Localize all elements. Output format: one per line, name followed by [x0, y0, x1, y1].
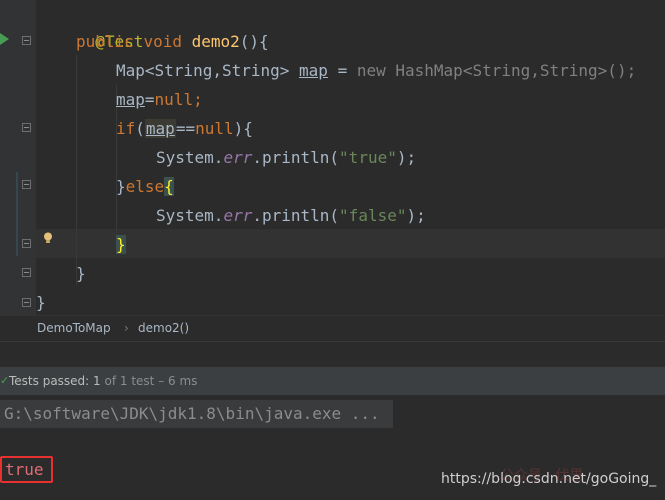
semicolon-token: ; — [193, 90, 203, 109]
breadcrumb-class[interactable]: DemoToMap — [37, 321, 111, 335]
variable-token: map — [145, 119, 175, 138]
console-command-line[interactable]: G:\software\JDK\jdk1.8\bin\java.exe ... — [0, 400, 393, 428]
brace-token: } — [36, 293, 46, 312]
fold-marker-icon[interactable] — [22, 298, 31, 307]
check-icon: ✓ — [0, 374, 10, 387]
code-line-method-signature[interactable]: public void demo2(){ — [76, 27, 269, 56]
tests-passed-count: 1 — [93, 374, 101, 388]
brace-token: } — [116, 177, 126, 196]
keyword-token: if — [116, 119, 136, 138]
code-line-print-true[interactable]: System.err.println("true"); — [156, 143, 416, 172]
signature-rest: (){ — [239, 32, 269, 51]
fold-marker-icon[interactable] — [22, 36, 31, 45]
code-line-if[interactable]: if(map==null){ — [116, 114, 253, 143]
operator-token: == — [175, 119, 196, 138]
field-token: err — [223, 148, 253, 167]
operator-token: = — [144, 90, 155, 109]
paren-token: ( — [135, 119, 145, 138]
end-token: ); — [396, 148, 417, 167]
keyword-token: public — [76, 32, 134, 51]
tests-detail: of 1 test – 6 ms — [104, 374, 198, 388]
current-line-highlight — [36, 229, 665, 258]
breadcrumb-separator: › — [124, 321, 129, 335]
field-token: err — [223, 206, 253, 225]
constructor-token: HashMap<String,String>(); — [385, 61, 637, 80]
run-test-icon[interactable] — [0, 33, 9, 45]
matched-brace-token: { — [164, 177, 174, 196]
fold-marker-icon[interactable] — [22, 268, 31, 277]
code-line-null-assign[interactable]: map=null; — [116, 85, 203, 114]
fold-marker-icon[interactable] — [22, 239, 31, 248]
call-token: .println( — [252, 148, 340, 167]
keyword-token: void — [143, 32, 182, 51]
brace-token: } — [76, 264, 86, 283]
method-name-token: demo2 — [191, 32, 240, 51]
string-token: "true" — [339, 148, 397, 167]
code-line-close-method[interactable]: } — [76, 259, 86, 288]
fold-marker-icon[interactable] — [22, 123, 31, 132]
end-token: ); — [406, 206, 426, 225]
call-token: .println( — [252, 206, 340, 225]
console-output-highlight: true — [0, 456, 53, 483]
change-marker — [16, 172, 18, 256]
code-line-print-false[interactable]: System.err.println("false"); — [156, 201, 426, 230]
object-token: System. — [156, 148, 224, 167]
breadcrumb-method[interactable]: demo2() — [138, 321, 189, 335]
code-line-else[interactable]: }else{ — [116, 172, 174, 201]
paren-token: ){ — [233, 119, 253, 138]
keyword-token: null — [154, 90, 194, 109]
command-text: G:\software\JDK\jdk1.8\bin\java.exe ... — [4, 404, 380, 423]
operator-token: = — [327, 61, 357, 80]
code-line-annotation[interactable]: @Test — [76, 0, 143, 51]
object-token: System. — [156, 206, 224, 225]
watermark-text: https://blog.csdn.net/goGoing_ — [441, 471, 657, 487]
string-token: "false" — [339, 206, 407, 225]
code-line-close-else[interactable]: } — [116, 230, 126, 259]
breadcrumb: DemoToMap › demo2() — [0, 315, 665, 342]
keyword-token: else — [125, 177, 165, 196]
code-line-close-class[interactable]: } — [36, 288, 46, 317]
test-status-text: Tests passed: 1 of 1 test – 6 ms — [9, 367, 197, 395]
variable-token: map — [299, 61, 328, 80]
console-output-text: true — [5, 460, 44, 479]
fold-marker-icon[interactable] — [22, 180, 31, 189]
type-token: Map<String,String> — [116, 61, 290, 80]
matched-brace-token: } — [116, 235, 126, 254]
tests-passed-label: Tests passed: — [9, 374, 90, 388]
variable-token: map — [116, 90, 145, 109]
test-status-bar: ✓ Tests passed: 1 of 1 test – 6 ms — [0, 367, 665, 395]
code-line-map-declaration[interactable]: Map<String,String> map = new HashMap<Str… — [116, 56, 636, 85]
panel-divider — [0, 341, 665, 368]
run-console[interactable]: G:\software\JDK\jdk1.8\bin\java.exe ... … — [0, 395, 665, 500]
keyword-token: null — [195, 119, 234, 138]
keyword-token: new — [356, 61, 386, 80]
lightbulb-icon[interactable] — [43, 232, 53, 244]
indent-guide — [76, 55, 77, 285]
